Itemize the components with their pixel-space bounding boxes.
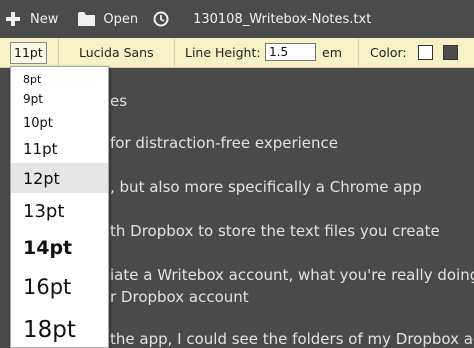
clock-icon [153,11,169,27]
folder-icon [78,12,96,26]
line-height-input[interactable] [265,43,316,61]
background-color-swatch[interactable] [443,45,458,60]
font-size-option-11pt[interactable]: 11pt [11,135,108,163]
new-button[interactable]: New [6,0,58,38]
font-size-option-16pt[interactable]: 16pt [11,267,108,307]
top-toolbar: New Open 130108_Writebox-Notes.txt [0,0,474,38]
divider [58,38,59,68]
editor-line: es [110,92,128,110]
open-button-label: Open [103,11,139,27]
editor-line: r Dropbox account [110,288,249,306]
font-size-option-9pt[interactable]: 9pt [11,87,108,111]
font-family-select[interactable]: Lucida Sans [79,45,154,60]
plus-icon [6,12,20,26]
document-title: 130108_Writebox-Notes.txt [193,11,372,27]
format-toolbar: 11pt Lucida Sans Line Height: em Color: [0,38,474,68]
color-label: Color: [370,45,407,60]
font-size-option-8pt[interactable]: 8pt [11,67,108,87]
editor-line: iate a Writebox account, what you're rea… [110,266,474,284]
font-size-select[interactable]: 11pt [10,42,47,64]
divider [174,38,175,68]
divider [358,38,359,68]
new-button-label: New [30,11,59,27]
editor-line: the app, I could see the folders of my D… [110,330,474,348]
line-height-label: Line Height: [185,45,261,60]
recent-files-button[interactable] [153,0,169,38]
editor-line: , but also more specifically a Chrome ap… [110,178,422,196]
font-size-option-10pt[interactable]: 10pt [11,111,108,135]
line-height-unit: em [322,45,342,60]
font-size-option-18pt[interactable]: 18pt [11,307,108,347]
editor-line: for distraction-free experience [110,134,339,152]
text-color-swatch[interactable] [418,45,433,60]
font-size-option-14pt[interactable]: 14pt [11,229,108,267]
font-size-dropdown: 8pt 9pt 10pt 11pt 12pt 13pt 14pt 16pt 18… [10,66,109,348]
open-button[interactable]: Open [78,0,138,38]
editor-line: th Dropbox to store the text files you c… [110,222,440,240]
font-size-option-12pt[interactable]: 12pt [11,163,108,193]
font-size-option-13pt[interactable]: 13pt [11,193,108,229]
